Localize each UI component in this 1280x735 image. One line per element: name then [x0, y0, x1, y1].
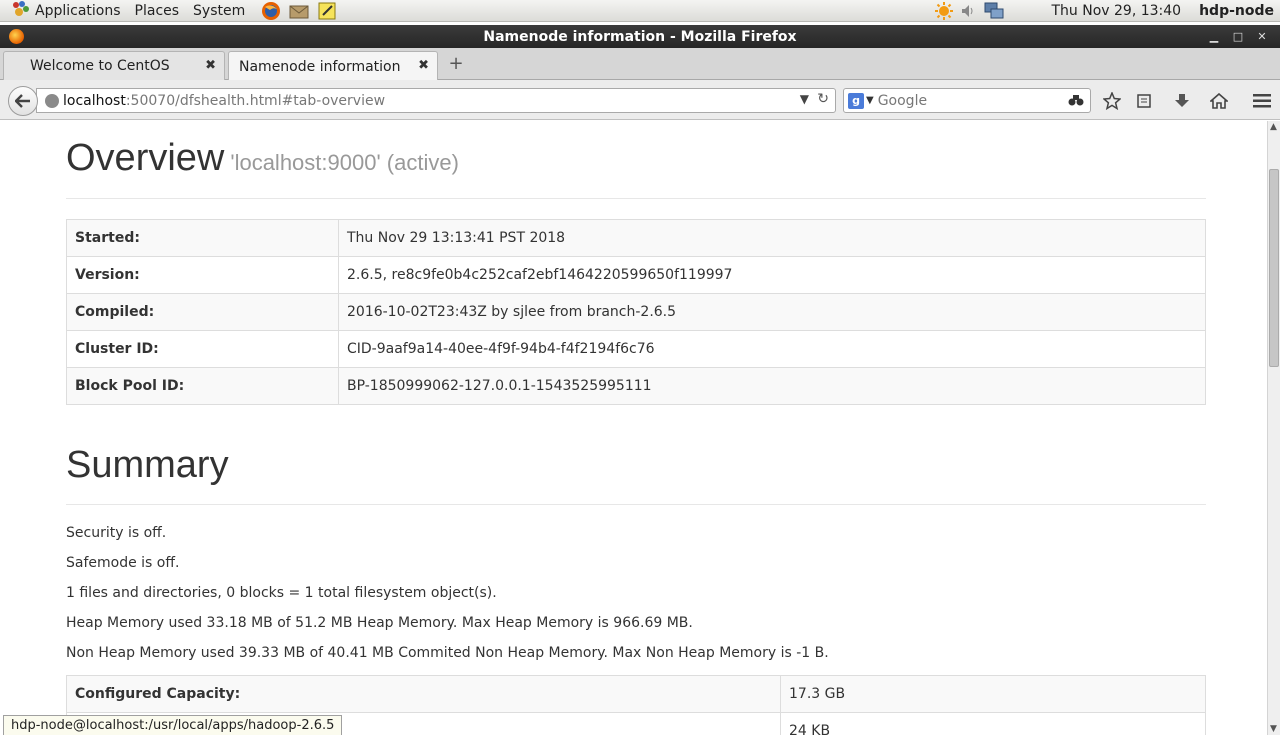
sun-icon[interactable]	[933, 1, 955, 21]
page-content: Overview'localhost:9000' (active) Starte…	[3, 121, 1267, 735]
row-value: Thu Nov 29 13:13:41 PST 2018	[338, 219, 1206, 257]
bookmarks-menu-icon[interactable]	[1132, 89, 1156, 113]
downloads-icon[interactable]	[1170, 89, 1194, 113]
row-key: Compiled:	[66, 293, 339, 331]
system-label: System	[193, 2, 246, 19]
table-row: Cluster ID: CID-9aaf9a14-40ee-4f9f-94b4-f…	[66, 330, 1206, 368]
filesystem-objects: 1 files and directories, 0 blocks = 1 to…	[66, 585, 497, 601]
table-row: Compiled: 2016-10-02T23:43Z by sjlee from…	[66, 293, 1206, 331]
row-value: 17.3 GB	[780, 675, 1206, 713]
table-row: Started: Thu Nov 29 13:13:41 PST 2018	[66, 219, 1206, 257]
tab-label: Namenode information	[239, 58, 401, 75]
places-menu[interactable]: Places	[126, 0, 185, 22]
gnome-foot-icon	[11, 0, 31, 22]
minimize-icon[interactable]: ▁	[1202, 30, 1226, 43]
overview-subtitle: 'localhost:9000' (active)	[230, 150, 459, 175]
row-key: Block Pool ID:	[66, 367, 339, 405]
back-arrow-icon	[15, 94, 30, 108]
panel-clock[interactable]: Thu Nov 29, 13:40	[1051, 3, 1181, 19]
row-value: BP-1850999062-127.0.0.1-1543525995111	[338, 367, 1206, 405]
row-value: 2016-10-02T23:43Z by sjlee from branch-2…	[338, 293, 1206, 331]
url-history-dropdown-icon[interactable]: ▼	[800, 92, 809, 106]
divider	[66, 198, 1206, 199]
overview-heading: Overview'localhost:9000' (active)	[66, 137, 1206, 180]
row-key: Cluster ID:	[66, 330, 339, 368]
site-identity-icon[interactable]	[45, 93, 59, 108]
firefox-icon	[9, 29, 24, 44]
system-menu[interactable]: System	[184, 0, 250, 22]
link-status-bar: hdp-node@localhost:/usr/local/apps/hadoo…	[3, 715, 343, 735]
table-row: Block Pool ID: BP-1850999062-127.0.0.1-15…	[66, 367, 1206, 405]
url-bar[interactable]: localhost:50070/dfshealth.html#tab-overv…	[36, 88, 836, 113]
overview-title: Overview'localhost:9000' (active)	[66, 137, 1206, 180]
tab-welcome-centos[interactable]: Welcome to CentOS ✖	[3, 51, 225, 80]
speaker-icon[interactable]	[955, 3, 981, 19]
close-tab-icon[interactable]: ✖	[418, 58, 429, 73]
new-tab-icon[interactable]: +	[446, 54, 466, 74]
scrollbar-thumb[interactable]	[1269, 169, 1279, 367]
row-value: 2.6.5, re8c9fe0b4c252caf2ebf146422059965…	[338, 256, 1206, 294]
close-tab-icon[interactable]: ✖	[205, 58, 216, 73]
applications-label: Applications	[35, 2, 121, 19]
row-key: Started:	[66, 219, 339, 257]
search-input[interactable]: Google	[878, 93, 927, 109]
overview-table-wrap: Started: Thu Nov 29 13:13:41 PST 2018 Ver…	[66, 219, 1206, 405]
table-row: Configured Capacity: 17.3 GB	[66, 675, 1206, 713]
summary-title: Summary	[66, 444, 229, 486]
scroll-up-icon[interactable]: ▲	[1270, 122, 1277, 132]
non-heap-memory: Non Heap Memory used 39.33 MB of 40.41 M…	[66, 645, 829, 661]
panel-hostname: hdp-node	[1199, 3, 1274, 19]
navigation-toolbar: localhost:50070/dfshealth.html#tab-overv…	[0, 80, 1280, 120]
window-title: Namenode information - Mozilla Firefox	[483, 28, 797, 45]
url-path: :50070/dfshealth.html#tab-overview	[125, 92, 386, 109]
firefox-launcher-icon[interactable]	[260, 1, 282, 21]
scroll-down-icon[interactable]: ▼	[1270, 724, 1277, 734]
security-status: Security is off.	[66, 525, 167, 541]
maximize-icon[interactable]: □	[1226, 30, 1250, 43]
applications-menu[interactable]: Applications	[0, 0, 126, 22]
back-button[interactable]	[8, 86, 38, 116]
gnome-top-panel: Applications Places System Thu Nov 29, 1…	[0, 0, 1280, 22]
binoculars-icon[interactable]	[1068, 93, 1084, 111]
close-window-icon[interactable]: ✕	[1250, 30, 1274, 43]
network-icon[interactable]	[981, 2, 1007, 20]
places-label: Places	[134, 2, 180, 19]
row-value: 24 KB	[780, 712, 1206, 735]
window-titlebar[interactable]: Namenode information - Mozilla Firefox ▁…	[0, 25, 1280, 48]
reload-icon[interactable]: ↻	[817, 91, 829, 107]
tab-namenode-information[interactable]: Namenode information ✖	[228, 51, 438, 81]
text-editor-launcher-icon[interactable]	[316, 1, 338, 21]
url-host: localhost	[63, 92, 126, 109]
overview-table: Started: Thu Nov 29 13:13:41 PST 2018 Ver…	[66, 219, 1206, 405]
hamburger-menu-icon[interactable]	[1250, 89, 1274, 113]
safemode-status: Safemode is off.	[66, 555, 180, 571]
table-row: Version: 2.6.5, re8c9fe0b4c252caf2ebf1464…	[66, 256, 1206, 294]
overview-title-text: Overview	[66, 137, 225, 179]
search-bar[interactable]: g ▼ Google	[843, 88, 1091, 113]
home-icon[interactable]	[1207, 89, 1231, 113]
row-key: Version:	[66, 256, 339, 294]
tab-strip: Welcome to CentOS ✖ Namenode information…	[0, 48, 1280, 81]
heap-memory: Heap Memory used 33.18 MB of 51.2 MB Hea…	[66, 615, 693, 631]
tab-label: Welcome to CentOS	[30, 58, 170, 74]
google-engine-icon[interactable]: g	[848, 92, 864, 109]
row-value: CID-9aaf9a14-40ee-4f9f-94b4-f4f2194f6c76	[338, 330, 1206, 368]
row-key: Configured Capacity:	[66, 675, 781, 713]
search-engine-dropdown-icon[interactable]: ▼	[866, 95, 874, 106]
vertical-scrollbar[interactable]: ▲ ▼	[1267, 121, 1280, 735]
summary-heading: Summary	[66, 444, 1206, 487]
mail-launcher-icon[interactable]	[288, 1, 310, 21]
divider	[66, 504, 1206, 505]
bookmark-star-icon[interactable]	[1100, 89, 1124, 113]
